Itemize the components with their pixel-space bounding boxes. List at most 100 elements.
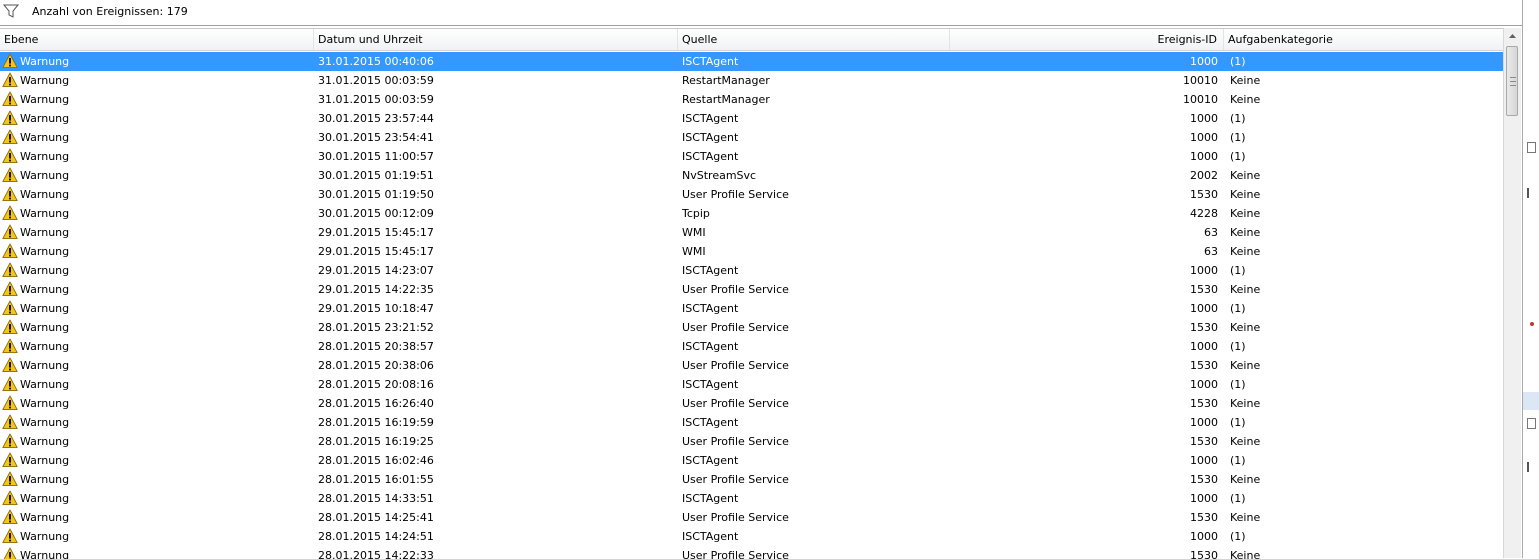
datetime-cell: 29.01.2015 14:23:07 — [318, 261, 658, 280]
warning-icon — [2, 224, 18, 240]
level-text: Warnung — [20, 470, 69, 489]
scrollbar-thumb[interactable] — [1506, 46, 1518, 116]
source-cell: User Profile Service — [682, 470, 942, 489]
level-text: Warnung — [20, 52, 69, 71]
column-header-datetime[interactable]: Datum und Uhrzeit — [314, 29, 678, 50]
table-row[interactable]: Warnung 30.01.2015 01:19:50 User Profile… — [0, 185, 1503, 204]
warning-icon — [2, 243, 18, 259]
table-row[interactable]: Warnung 28.01.2015 16:19:59 ISCTAgent 10… — [0, 413, 1503, 432]
datetime-cell: 30.01.2015 11:00:57 — [318, 147, 658, 166]
table-row[interactable]: Warnung 28.01.2015 16:01:55 User Profile… — [0, 470, 1503, 489]
table-row[interactable]: Warnung 28.01.2015 23:21:52 User Profile… — [0, 318, 1503, 337]
datetime-cell: 29.01.2015 10:18:47 — [318, 299, 658, 318]
column-header-source[interactable]: Quelle — [678, 29, 950, 50]
category-cell: (1) — [1230, 337, 1430, 356]
warning-icon — [2, 91, 18, 107]
category-cell: Keine — [1230, 546, 1430, 559]
table-row[interactable]: Warnung 28.01.2015 20:38:57 ISCTAgent 10… — [0, 337, 1503, 356]
source-cell: ISCTAgent — [682, 147, 942, 166]
level-cell: Warnung — [0, 356, 310, 375]
datetime-cell: 30.01.2015 01:19:50 — [318, 185, 658, 204]
table-row[interactable]: Warnung 28.01.2015 14:24:51 ISCTAgent 10… — [0, 527, 1503, 546]
event-id-cell: 1530 — [950, 318, 1218, 337]
level-text: Warnung — [20, 527, 69, 546]
table-row[interactable]: Warnung 30.01.2015 23:57:44 ISCTAgent 10… — [0, 109, 1503, 128]
table-row[interactable]: Warnung 29.01.2015 14:23:07 ISCTAgent 10… — [0, 261, 1503, 280]
warning-icon — [2, 414, 18, 430]
source-cell: ISCTAgent — [682, 337, 942, 356]
event-id-cell: 1000 — [950, 128, 1218, 147]
event-id-cell: 1000 — [950, 527, 1218, 546]
category-cell: Keine — [1230, 166, 1430, 185]
level-cell: Warnung — [0, 242, 310, 261]
table-row[interactable]: Warnung 28.01.2015 20:38:06 User Profile… — [0, 356, 1503, 375]
event-id-cell: 1530 — [950, 185, 1218, 204]
table-row[interactable]: Warnung 30.01.2015 23:54:41 ISCTAgent 10… — [0, 128, 1503, 147]
datetime-cell: 28.01.2015 16:26:40 — [318, 394, 658, 413]
vertical-scrollbar[interactable] — [1503, 28, 1521, 558]
level-cell: Warnung — [0, 166, 310, 185]
warning-icon — [2, 528, 18, 544]
level-cell: Warnung — [0, 109, 310, 128]
event-id-cell: 1000 — [950, 52, 1218, 71]
column-header-event-id[interactable]: Ereignis-ID — [950, 29, 1224, 50]
warning-icon — [2, 262, 18, 278]
table-row[interactable]: Warnung 28.01.2015 16:02:46 ISCTAgent 10… — [0, 451, 1503, 470]
toolbar: Anzahl von Ereignissen: 179 — [0, 0, 1522, 26]
category-cell: (1) — [1230, 128, 1430, 147]
category-cell: Keine — [1230, 280, 1430, 299]
event-id-cell: 10010 — [950, 71, 1218, 90]
table-row[interactable]: Warnung 30.01.2015 00:12:09 Tcpip 4228 K… — [0, 204, 1503, 223]
event-id-cell: 1530 — [950, 470, 1218, 489]
source-cell: ISCTAgent — [682, 299, 942, 318]
grip-icon — [1510, 77, 1516, 86]
source-cell: ISCTAgent — [682, 451, 942, 470]
warning-icon — [2, 395, 18, 411]
datetime-cell: 28.01.2015 14:33:51 — [318, 489, 658, 508]
checkbox-icon — [1527, 142, 1536, 153]
category-cell: Keine — [1230, 356, 1430, 375]
table-row[interactable]: Warnung 28.01.2015 16:19:25 User Profile… — [0, 432, 1503, 451]
table-row[interactable]: Warnung 28.01.2015 14:33:51 ISCTAgent 10… — [0, 489, 1503, 508]
table-row[interactable]: Warnung 28.01.2015 20:08:16 ISCTAgent 10… — [0, 375, 1503, 394]
warning-icon — [2, 338, 18, 354]
table-row[interactable]: Warnung 28.01.2015 14:22:33 User Profile… — [0, 546, 1503, 559]
table-row[interactable]: Warnung 29.01.2015 14:22:35 User Profile… — [0, 280, 1503, 299]
level-text: Warnung — [20, 546, 69, 559]
table-row[interactable]: Warnung 30.01.2015 01:19:51 NvStreamSvc … — [0, 166, 1503, 185]
table-row[interactable]: Warnung 29.01.2015 15:45:17 WMI 63 Keine — [0, 223, 1503, 242]
scroll-up-arrow-icon[interactable] — [1504, 28, 1521, 45]
table-row[interactable]: Warnung 29.01.2015 15:45:17 WMI 63 Keine — [0, 242, 1503, 261]
level-text: Warnung — [20, 90, 69, 109]
source-cell: User Profile Service — [682, 318, 942, 337]
panel-icon — [1527, 462, 1529, 472]
warning-icon — [2, 490, 18, 506]
column-header-category[interactable]: Aufgabenkategorie — [1224, 29, 1503, 50]
table-row[interactable]: Warnung 31.01.2015 00:40:06 ISCTAgent 10… — [0, 52, 1503, 71]
warning-icon — [2, 110, 18, 126]
table-row[interactable]: Warnung 28.01.2015 14:25:41 User Profile… — [0, 508, 1503, 527]
source-cell: User Profile Service — [682, 280, 942, 299]
source-cell: User Profile Service — [682, 432, 942, 451]
table-row[interactable]: Warnung 31.01.2015 00:03:59 RestartManag… — [0, 90, 1503, 109]
category-cell: (1) — [1230, 413, 1430, 432]
level-text: Warnung — [20, 432, 69, 451]
table-row[interactable]: Warnung 30.01.2015 11:00:57 ISCTAgent 10… — [0, 147, 1503, 166]
category-cell: Keine — [1230, 470, 1430, 489]
category-cell: Keine — [1230, 71, 1430, 90]
warning-icon — [2, 148, 18, 164]
table-row[interactable]: Warnung 28.01.2015 16:26:40 User Profile… — [0, 394, 1503, 413]
datetime-cell: 31.01.2015 00:40:06 — [318, 52, 658, 71]
table-row[interactable]: Warnung 29.01.2015 10:18:47 ISCTAgent 10… — [0, 299, 1503, 318]
source-cell: RestartManager — [682, 90, 942, 109]
event-id-cell: 1530 — [950, 508, 1218, 527]
level-cell: Warnung — [0, 280, 310, 299]
filter-icon[interactable] — [3, 4, 19, 18]
level-cell: Warnung — [0, 52, 310, 71]
column-header-level[interactable]: Ebene — [0, 29, 314, 50]
warning-icon — [2, 167, 18, 183]
table-row[interactable]: Warnung 31.01.2015 00:03:59 RestartManag… — [0, 71, 1503, 90]
level-cell: Warnung — [0, 432, 310, 451]
level-text: Warnung — [20, 242, 69, 261]
datetime-cell: 31.01.2015 00:03:59 — [318, 71, 658, 90]
